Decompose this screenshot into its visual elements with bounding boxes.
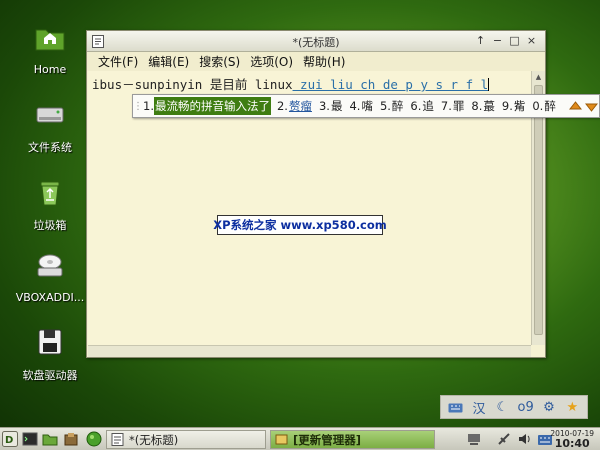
candidate-number: 7. bbox=[440, 99, 452, 113]
minimize-button[interactable]: − bbox=[490, 33, 505, 48]
desktop-icon-filesystem[interactable]: 文件系统 bbox=[14, 98, 86, 155]
candidate-number: 9. bbox=[501, 99, 513, 113]
menu-help[interactable]: 帮助(H) bbox=[300, 53, 348, 70]
desktop-icon-floppy[interactable]: 软盘驱动器 bbox=[14, 326, 86, 383]
desktop-icon-label: VBOXADDI... bbox=[15, 291, 85, 304]
menu-file[interactable]: 文件(F) bbox=[95, 53, 141, 70]
keep-above-button[interactable]: ↑ bbox=[473, 33, 488, 48]
connection-icon[interactable] bbox=[496, 431, 512, 447]
scroll-up-icon[interactable]: ▲ bbox=[532, 71, 545, 83]
network-icon[interactable] bbox=[466, 431, 482, 447]
watermark-label: XP系统之家 www.xp580.com bbox=[213, 215, 387, 235]
chinese-mode-toggle[interactable]: 汉 bbox=[470, 399, 487, 417]
desktop-icon-vboxadditions[interactable]: VBOXADDI... bbox=[14, 250, 86, 304]
candidate-word: 觜 bbox=[513, 99, 526, 113]
candidate-number: 6. bbox=[410, 99, 422, 113]
candidate-8[interactable]: 8. 蕞 bbox=[471, 97, 495, 115]
menu-edit[interactable]: 编辑(E) bbox=[145, 53, 192, 70]
ime-candidate-window: ⋮ 1. 最流畅的拼音输入法了 2. 赘瘤 3. 最 4. 嘴 5. 醉 6. 追 7. 罪 … bbox=[132, 94, 600, 118]
menu-options[interactable]: 选项(O) bbox=[247, 53, 296, 70]
candidate-word: 赘瘤 bbox=[288, 99, 312, 113]
candidate-word: 醉 bbox=[544, 99, 556, 113]
candidate-7[interactable]: 7. 罪 bbox=[441, 97, 465, 115]
task-label: [更新管理器] bbox=[293, 432, 362, 447]
clock-time: 10:40 bbox=[554, 437, 590, 450]
hard-drive-icon bbox=[36, 107, 64, 123]
menu-search[interactable]: 搜索(S) bbox=[196, 53, 243, 70]
text-editor-window: *(无标题) ↑ − □ × 文件(F) 编辑(E) 搜索(S) 选项(O) 帮… bbox=[86, 30, 546, 358]
page-up-icon[interactable] bbox=[568, 98, 582, 114]
candidate-3[interactable]: 3. 最 bbox=[319, 97, 343, 115]
svg-text:D: D bbox=[5, 435, 13, 446]
text-editor-icon bbox=[111, 433, 124, 446]
candidate-word: 追 bbox=[422, 99, 434, 113]
gear-icon[interactable]: ⚙ bbox=[540, 399, 557, 416]
menu-bar: 文件(F) 编辑(E) 搜索(S) 选项(O) 帮助(H) bbox=[87, 52, 545, 71]
keyboard-icon[interactable] bbox=[447, 399, 464, 416]
task-update-manager[interactable]: [更新管理器] bbox=[270, 430, 435, 449]
candidate-word: 罪 bbox=[452, 99, 465, 113]
candidate-1[interactable]: 1. 最流畅的拼音输入法了 bbox=[143, 97, 271, 115]
preedit-text: zui liu ch de p y s r f l bbox=[292, 77, 489, 92]
web-browser-icon[interactable] bbox=[86, 431, 102, 447]
candidate-number: 4. bbox=[349, 99, 361, 113]
desktop-icon-label: 软盘驱动器 bbox=[22, 369, 78, 382]
drag-handle-icon[interactable]: ⋮ bbox=[133, 101, 143, 112]
candidate-word: 最流畅的拼音输入法了 bbox=[153, 97, 271, 115]
committed-text: ibus－sunpinyin 是目前 linux bbox=[92, 77, 293, 92]
volume-icon[interactable] bbox=[517, 431, 533, 447]
candidate-number: 0. bbox=[532, 99, 544, 113]
candidate-word: 醉 bbox=[391, 99, 404, 113]
package-manager-icon[interactable] bbox=[63, 431, 79, 447]
candidate-number: 5. bbox=[379, 99, 391, 113]
ime-toolbar: 汉 ☾ o9 ⚙ ★ bbox=[440, 395, 588, 419]
candidate-number: 8. bbox=[471, 99, 483, 113]
half-width-icon[interactable]: ☾ bbox=[494, 399, 511, 416]
trash-icon bbox=[40, 181, 60, 206]
close-button[interactable]: × bbox=[524, 33, 539, 48]
terminal-icon[interactable] bbox=[22, 431, 38, 447]
window-titlebar[interactable]: *(无标题) ↑ − □ × bbox=[87, 31, 545, 52]
maximize-button[interactable]: □ bbox=[507, 33, 522, 48]
candidate-word: 嘴 bbox=[361, 99, 373, 113]
desktop-icon-trash[interactable]: 垃圾箱 bbox=[14, 176, 86, 233]
desktop-icon-home[interactable]: Home bbox=[14, 22, 86, 76]
cd-drive-icon bbox=[37, 254, 63, 277]
star-icon[interactable]: ★ bbox=[564, 399, 581, 416]
scrollbar-thumb[interactable] bbox=[534, 85, 543, 335]
candidate-number: 1. bbox=[143, 99, 154, 113]
candidate-word: 蕞 bbox=[483, 99, 495, 113]
home-folder-icon bbox=[35, 29, 65, 51]
file-manager-icon[interactable] bbox=[42, 431, 58, 447]
desktop-icon-label: Home bbox=[33, 63, 67, 76]
candidate-number: 2. bbox=[276, 99, 288, 113]
candidate-word: 最 bbox=[330, 99, 343, 113]
candidate-10[interactable]: 0. 醉 bbox=[532, 97, 556, 115]
candidate-number: 3. bbox=[318, 99, 330, 113]
desktop-icon-label: 文件系统 bbox=[28, 141, 72, 154]
taskbar: D *(无标题) [更新管理器] 2010-07-19 10:40 bbox=[0, 427, 600, 450]
page-down-icon[interactable] bbox=[584, 98, 598, 114]
desktop-icon-label: 垃圾箱 bbox=[33, 219, 67, 232]
task-label: *(无标题) bbox=[129, 432, 179, 447]
task-untitled-editor[interactable]: *(无标题) bbox=[106, 430, 266, 449]
candidate-9[interactable]: 9. 觜 bbox=[502, 97, 526, 115]
editor-line: ibus－sunpinyin 是目前 linux zui liu ch de p… bbox=[88, 71, 531, 93]
text-caret bbox=[488, 78, 490, 91]
floppy-icon bbox=[38, 329, 62, 355]
clock[interactable]: 2010-07-19 10:40 bbox=[550, 429, 594, 450]
candidate-6[interactable]: 6. 追 bbox=[410, 97, 434, 115]
candidate-2[interactable]: 2. 赘瘤 bbox=[277, 97, 313, 115]
horizontal-scrollbar[interactable] bbox=[88, 345, 531, 357]
update-manager-icon bbox=[275, 434, 288, 445]
punctuation-icon[interactable]: o9 bbox=[517, 399, 534, 416]
candidate-5[interactable]: 5. 醉 bbox=[380, 97, 404, 115]
start-menu-icon[interactable]: D bbox=[2, 431, 18, 447]
candidate-4[interactable]: 4. 嘴 bbox=[349, 97, 373, 115]
